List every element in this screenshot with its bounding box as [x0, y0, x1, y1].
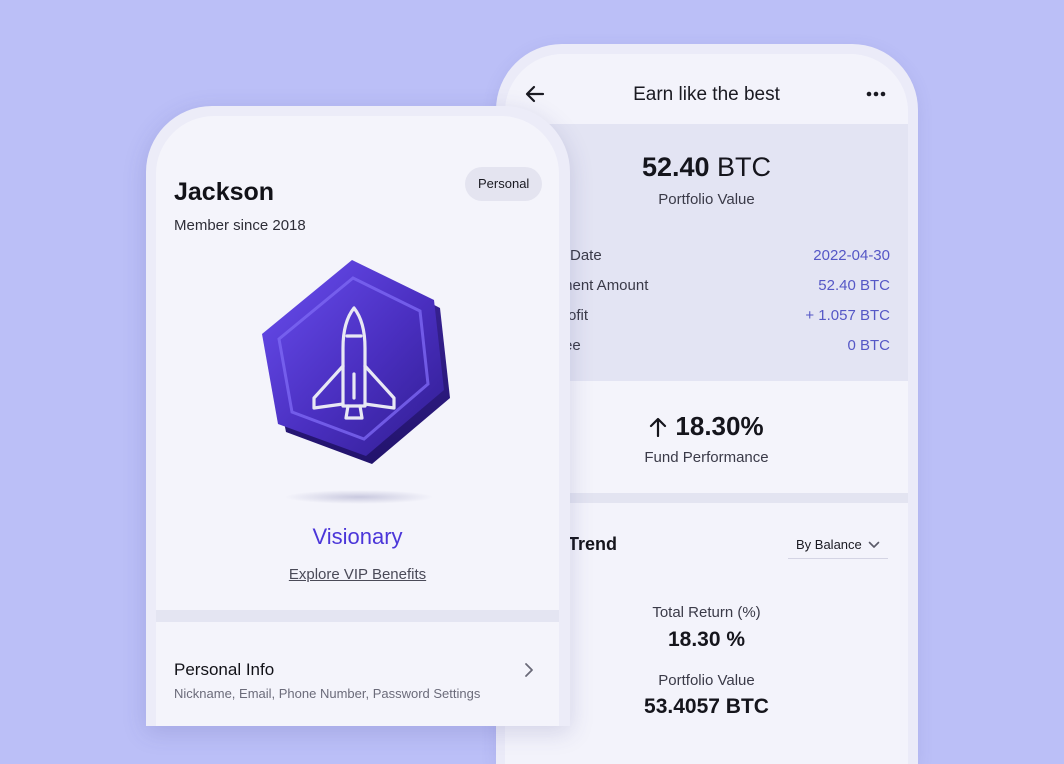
- page-title: Earn like the best: [633, 84, 780, 105]
- detail-value: + 1.057 BTC: [805, 307, 890, 324]
- detail-key: Date: [570, 247, 602, 264]
- detail-key: ment Amount: [560, 277, 649, 294]
- chevron-down-icon: [868, 541, 880, 548]
- badge-shadow: [284, 490, 434, 504]
- fund-performance-number: 18.30%: [675, 411, 764, 441]
- section-divider: [156, 610, 559, 622]
- explore-vip-link[interactable]: Explore VIP Benefits: [156, 566, 559, 583]
- explore-vip-link-text: Explore VIP Benefits: [288, 566, 427, 583]
- detail-value: 0 BTC: [847, 337, 890, 354]
- vip-tier-name: Visionary: [312, 524, 403, 549]
- personal-info-row[interactable]: Personal Info Nickname, Email, Phone Num…: [156, 622, 559, 726]
- arrow-up-icon: [650, 417, 667, 438]
- profile-screen: Jackson Member since 2018 Personal Visio…: [156, 116, 559, 726]
- dropdown-label: By Balance: [796, 537, 862, 552]
- portfolio-amount-number: 52.40: [641, 152, 710, 182]
- detail-value: 2022-04-30: [813, 247, 890, 264]
- personal-info-title: Personal Info: [174, 660, 275, 679]
- detail-value: 52.40 BTC: [818, 277, 890, 294]
- more-options-icon[interactable]: [865, 85, 887, 103]
- member-since: Member since 2018: [174, 217, 306, 234]
- balance-dropdown[interactable]: By Balance: [788, 534, 888, 559]
- profile-phone: Jackson Member since 2018 Personal Visio…: [146, 106, 570, 726]
- rocket-badge-icon: [262, 260, 450, 464]
- account-type-badge[interactable]: Personal: [465, 167, 543, 201]
- personal-info-subtitle: Nickname, Email, Phone Number, Password …: [174, 686, 481, 701]
- portfolio-currency: BTC: [717, 152, 772, 182]
- chevron-right-icon: [525, 663, 533, 677]
- user-name: Jackson: [174, 178, 275, 206]
- earn-header: Earn like the best: [505, 54, 908, 124]
